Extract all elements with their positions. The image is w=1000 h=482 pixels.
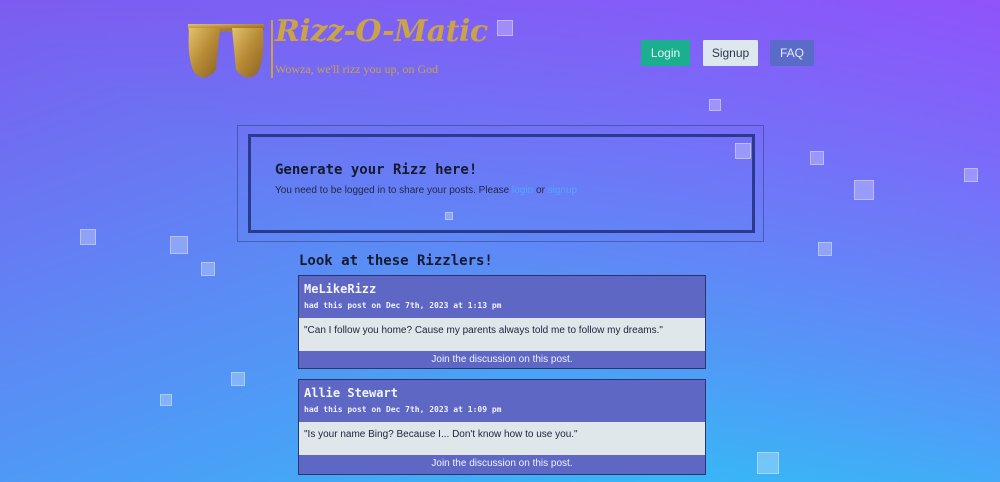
background-sparkle (497, 20, 513, 36)
join-discussion-link[interactable]: Join the discussion on this post. (299, 351, 705, 368)
background-sparkle (854, 180, 874, 200)
generate-panel-frame (248, 134, 755, 233)
background-sparkle (201, 262, 215, 276)
post-meta: had this post on Dec 7th, 2023 at 1:13 p… (304, 301, 502, 310)
signup-link[interactable]: signup (548, 185, 577, 196)
background-sparkle (170, 236, 188, 254)
login-required-text: You need to be logged in to share your p… (275, 185, 510, 196)
background-sparkle (231, 372, 245, 386)
logo-tagline: Wowza, we'll rizz you up, on God (275, 62, 439, 76)
or-text: or (535, 185, 545, 196)
background-sparkle (964, 168, 978, 182)
post-body: "Is your name Bing? Because I... Don't k… (299, 422, 705, 455)
background-sparkle (709, 99, 721, 111)
background-sparkle (757, 452, 779, 474)
logo-title: Rizz-O-Matic (275, 14, 488, 49)
post-meta: had this post on Dec 7th, 2023 at 1:09 p… (304, 405, 502, 414)
post-author: MeLikeRizz (304, 282, 377, 296)
post-card: MeLikeRizz had this post on Dec 7th, 202… (298, 275, 706, 369)
post-card: Allie Stewart had this post on Dec 7th, … (298, 379, 706, 475)
background-sparkle (80, 229, 96, 245)
post-author: Allie Stewart (304, 386, 398, 400)
background-sparkle (818, 242, 832, 256)
background-sparkle (810, 151, 824, 165)
feed-title: Look at these Rizzlers! (299, 253, 493, 269)
login-required-message: You need to be logged in to share your p… (275, 185, 577, 196)
background-sparkle (160, 394, 172, 406)
site-logo[interactable]: Rizz-O-Matic Wowza, we'll rizz you up, o… (186, 14, 488, 86)
logo-divider (271, 20, 273, 78)
signup-button[interactable]: Signup (703, 40, 758, 66)
post-body: "Can I follow you home? Cause my parents… (299, 318, 705, 351)
login-button[interactable]: Login (641, 40, 690, 66)
sunglasses-icon (188, 24, 264, 78)
generate-title: Generate your Rizz here! (275, 162, 478, 178)
faq-button[interactable]: FAQ (770, 40, 814, 66)
join-discussion-link[interactable]: Join the discussion on this post. (299, 455, 705, 472)
login-link[interactable]: login (512, 185, 533, 196)
